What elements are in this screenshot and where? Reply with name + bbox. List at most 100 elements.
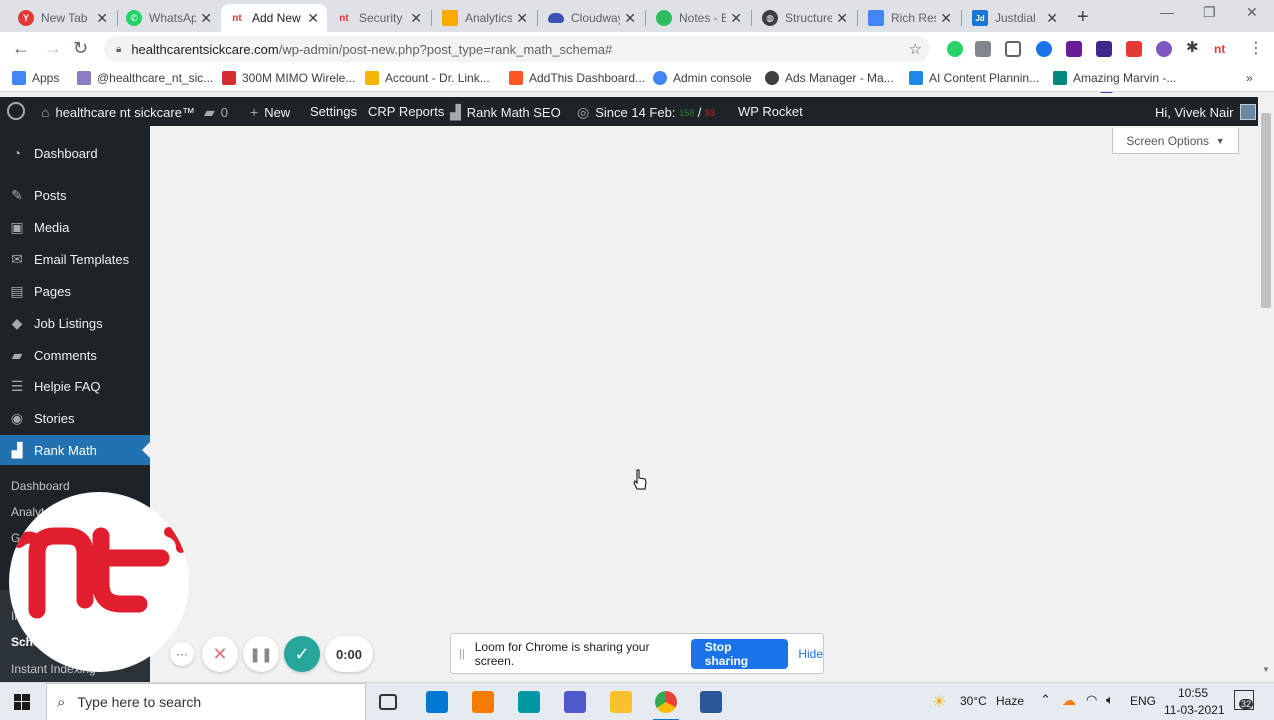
store-app-icon[interactable] <box>518 691 540 713</box>
settings-link[interactable]: Settings <box>310 104 357 119</box>
chrome-icon[interactable] <box>655 691 677 713</box>
rank-math-seo-link[interactable]: ▟ Rank Math SEO <box>450 104 561 121</box>
minimize-icon[interactable]: — <box>1160 4 1174 20</box>
clock-date[interactable]: 11-03-2021 <box>1164 703 1225 717</box>
loom-camera-bubble[interactable] <box>9 492 189 672</box>
screen-options-button[interactable]: Screen Options ▼ <box>1112 128 1239 154</box>
tab-justdial[interactable]: Jd Justdial ✕ <box>964 4 1066 32</box>
crp-reports-link[interactable]: CRP Reports <box>368 104 444 119</box>
sidebar-item-job-listings[interactable]: ◆ Job Listings <box>0 308 150 338</box>
mail-app-icon[interactable] <box>426 691 448 713</box>
new-tab-button[interactable]: + <box>1077 6 1089 29</box>
close-icon[interactable]: ✕ <box>516 10 528 27</box>
sidebar-item-comments[interactable]: ▰ Comments <box>0 340 150 370</box>
tab-whatsapp[interactable]: ✆ WhatsApp ✕ <box>118 4 220 32</box>
tab-structure[interactable]: ◍ Structure ✕ <box>754 4 856 32</box>
weather-desc[interactable]: Haze <box>996 694 1024 708</box>
close-icon[interactable]: ✕ <box>410 10 422 27</box>
tab-add-new[interactable]: nt Add New ✕ <box>221 4 327 32</box>
sidebar-item-media[interactable]: ▣ Media <box>0 212 150 242</box>
tab-notes[interactable]: Notes - E ✕ <box>648 4 750 32</box>
sidebar-item-posts[interactable]: ✎ Posts <box>0 180 150 210</box>
wp-rocket-link[interactable]: WP Rocket <box>738 104 803 119</box>
close-icon[interactable]: ✕ <box>307 10 319 27</box>
bookmark-apps[interactable]: Apps <box>12 71 59 85</box>
cloud-tray-icon[interactable]: ☁ <box>1062 692 1076 709</box>
restore-icon[interactable]: ❐ <box>1203 4 1216 21</box>
submenu-dashboard[interactable]: Dashboard <box>11 479 70 493</box>
weather-icon[interactable]: ☀ <box>932 692 946 712</box>
bookmark-ai-content[interactable]: AI Content Plannin... <box>909 71 1039 85</box>
tab-analytics[interactable]: Analytics ✕ <box>434 4 536 32</box>
address-bar[interactable]: 🔒︎ healthcarentsickcare.com/wp-admin/pos… <box>104 36 930 62</box>
loom-finish-button[interactable]: ✓ <box>284 636 320 672</box>
volume-icon[interactable]: 🔈︎ <box>1106 692 1114 708</box>
weather-temp[interactable]: 30°C <box>960 694 987 708</box>
tab-security[interactable]: nt Security ✕ <box>328 4 430 32</box>
close-icon[interactable]: ✕ <box>1046 10 1058 27</box>
loom-cancel-button[interactable]: ✕ <box>202 636 238 672</box>
sidebar-item-email-templates[interactable]: ✉ Email Templates <box>0 244 150 274</box>
new-content-link[interactable]: + New <box>250 104 290 120</box>
bookmark-ads-manager[interactable]: Ads Manager - Ma... <box>765 71 894 85</box>
tab-new-tab[interactable]: Y New Tab ✕ <box>10 4 116 32</box>
nt-profile-icon[interactable]: nt <box>1214 41 1230 57</box>
loom-more-button[interactable]: ··· <box>170 642 194 666</box>
more-menu-icon[interactable]: ⋮ <box>1248 41 1264 57</box>
sidebar-item-stories[interactable]: ◉ Stories <box>0 403 150 433</box>
close-icon[interactable]: ✕ <box>836 10 848 27</box>
bookmark-addthis[interactable]: AddThis Dashboard... <box>509 71 645 85</box>
notification-center-icon[interactable]: 32 <box>1234 690 1254 710</box>
back-icon[interactable]: ← <box>12 38 30 59</box>
scroll-down-arrow-icon[interactable]: ▼ <box>1262 665 1270 674</box>
taskbar-search-box[interactable]: ⌕ Type here to search <box>46 683 366 720</box>
windows-start-icon[interactable] <box>14 694 30 710</box>
puzzle-icon[interactable]: ✱ <box>1186 40 1202 56</box>
loom-pause-button[interactable]: ❚❚ <box>243 636 279 672</box>
stop-sharing-button[interactable]: Stop sharing <box>690 638 789 669</box>
sidebar-item-rank-math[interactable]: ▟ Rank Math <box>0 435 150 465</box>
file-explorer-icon[interactable] <box>610 691 632 713</box>
sidebar-item-dashboard[interactable]: ◔ Dashboard <box>0 138 150 168</box>
bookmark-mimo[interactable]: 300M MIMO Wirele... <box>222 71 355 85</box>
word-icon[interactable] <box>700 691 722 713</box>
tab-rich-results[interactable]: Rich Res ✕ <box>860 4 960 32</box>
bookmark-account[interactable]: Account - Dr. Link... <box>365 71 490 85</box>
circle-extension-icon[interactable] <box>1036 41 1052 57</box>
chevron-up-icon[interactable]: ⌃ <box>1040 692 1051 708</box>
teams-icon[interactable] <box>564 691 586 713</box>
sidebar-item-helpie-faq[interactable]: ☰ Helpie FAQ <box>0 371 150 401</box>
gear-extension-icon[interactable] <box>1156 41 1172 57</box>
graduation-extension-icon[interactable] <box>1096 41 1112 57</box>
task-view-icon[interactable] <box>379 694 397 710</box>
account-menu[interactable]: Hi, Vivek Nair <box>1155 104 1256 120</box>
close-window-icon[interactable]: ✕ <box>1246 4 1258 21</box>
more-bookmarks-icon[interactable]: » <box>1246 71 1253 85</box>
sidebar-item-pages[interactable]: ▤ Pages <box>0 276 150 306</box>
page-scrollbar[interactable]: ▼ <box>1258 97 1274 682</box>
drag-handle-icon[interactable]: || <box>459 648 465 660</box>
close-icon[interactable]: ✕ <box>624 10 636 27</box>
clock-time[interactable]: 10:55 <box>1178 686 1208 700</box>
close-icon[interactable]: ✕ <box>730 10 742 27</box>
shield-extension-icon[interactable] <box>975 41 991 57</box>
bookmark-amazing-marvin[interactable]: Amazing Marvin -... <box>1053 71 1176 85</box>
mail-extension-icon[interactable] <box>1066 41 1082 57</box>
since-stats-link[interactable]: ◎ Since 14 Feb: 158 / 93 <box>577 104 715 121</box>
hide-button[interactable]: Hide <box>798 647 823 661</box>
bookmark-healthcare[interactable]: @healthcare_nt_sic... <box>77 71 213 85</box>
close-icon[interactable]: ✕ <box>200 10 212 27</box>
bookmark-admin-console[interactable]: Admin console <box>653 71 752 85</box>
lock-extension-icon[interactable] <box>1126 41 1142 57</box>
comments-link[interactable]: ▰ 0 <box>204 104 228 121</box>
language-indicator[interactable]: ENG <box>1130 694 1156 708</box>
bookmark-star-icon[interactable]: ☆ <box>909 40 922 58</box>
wordpress-logo-icon[interactable] <box>7 102 25 120</box>
whatsapp-extension-icon[interactable] <box>947 41 963 57</box>
reload-icon[interactable]: ↻ <box>73 38 88 59</box>
gmail-extension-icon[interactable] <box>1005 41 1021 57</box>
close-icon[interactable]: ✕ <box>96 10 108 27</box>
forward-icon[interactable]: → <box>44 38 62 59</box>
tab-cloudways[interactable]: Cloudways ✕ <box>540 4 644 32</box>
media-player-icon[interactable] <box>472 691 494 713</box>
